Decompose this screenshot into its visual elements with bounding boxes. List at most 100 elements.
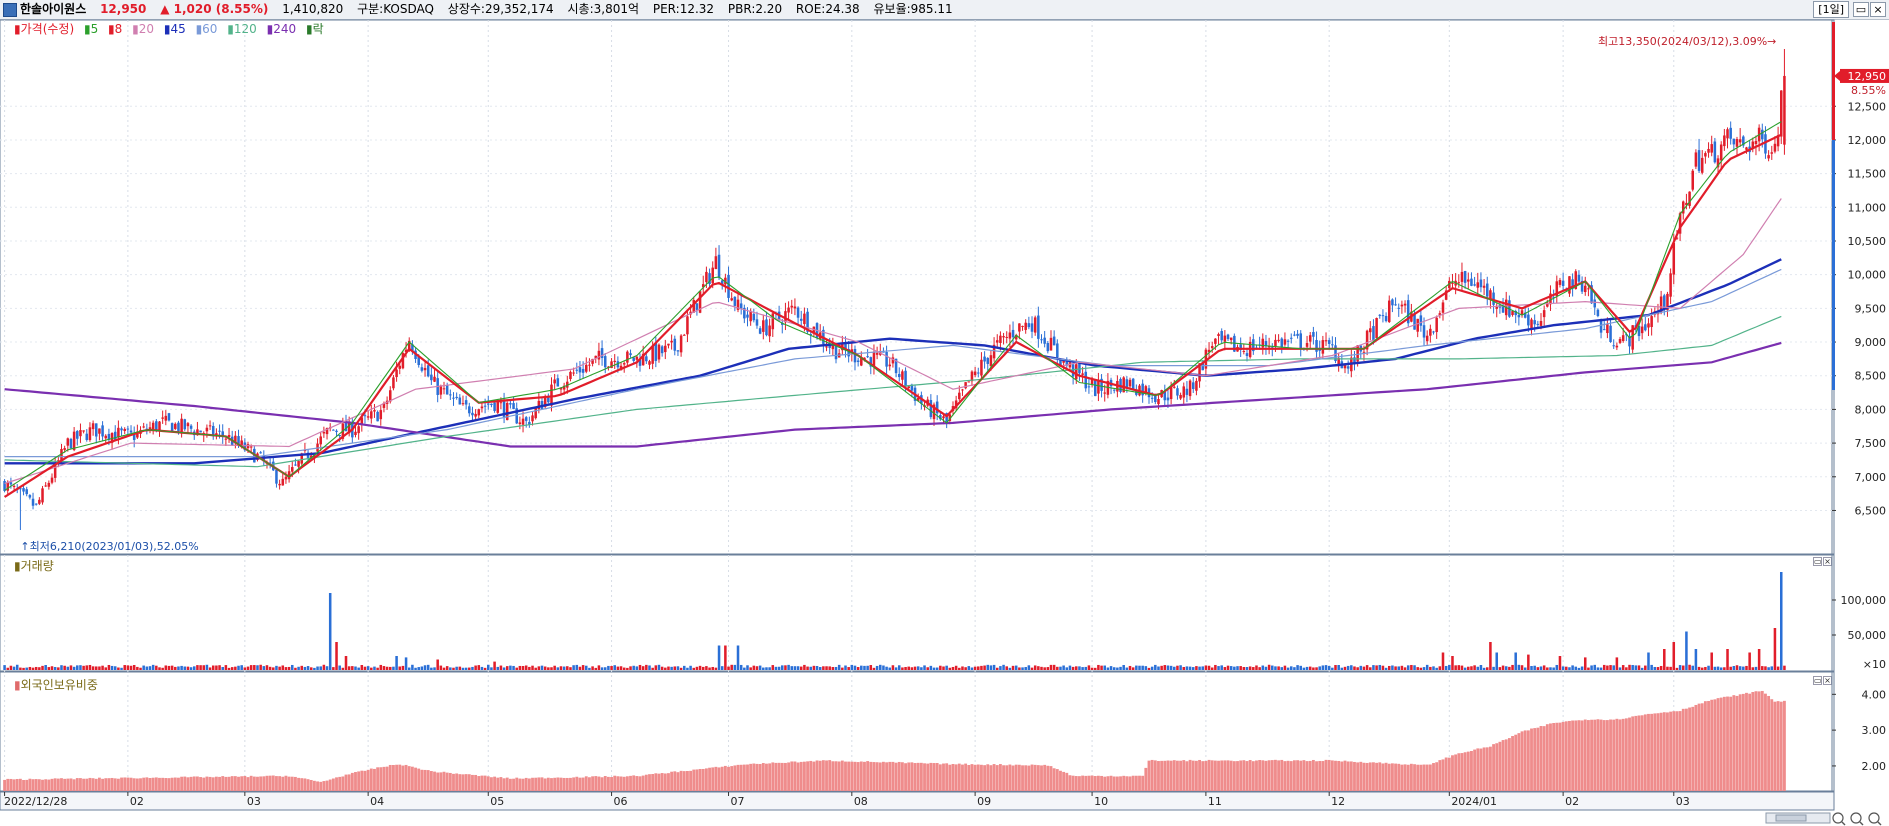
volume-bar (38, 667, 41, 670)
candle-body (645, 356, 648, 362)
stock-chart[interactable]: 2022/12/28 02 03 04 05 06 07 08 09 10 11 12 2024/01 0… (0, 0, 1889, 826)
foreign-ratio-bar (932, 763, 936, 791)
foreign-ratio-bar (1147, 760, 1151, 791)
foreign-ratio-bar (771, 762, 775, 791)
foreign-ratio-bar (471, 774, 474, 791)
foreign-ratio-bar (746, 764, 749, 791)
candle-body (1071, 364, 1075, 377)
foreign-ratio-bar (328, 779, 332, 791)
volume-bar (762, 667, 765, 670)
foreign-ratio-bar (1514, 734, 1518, 791)
volume-bar (1688, 664, 1691, 670)
volume-bar (332, 667, 335, 670)
volume-bar (610, 666, 613, 670)
foreign-ratio-bar (357, 771, 361, 791)
foreign-ratio-bar (211, 777, 215, 791)
candle-body (1779, 90, 1783, 137)
foreign-ratio-bar (1495, 743, 1499, 791)
volume-bar (1037, 666, 1040, 670)
foreign-ratio-bar (240, 776, 244, 791)
candle-body (1384, 315, 1388, 322)
candle-body (1049, 337, 1053, 351)
foreign-ratio-bar (1457, 753, 1461, 791)
foreign-ratio-bar (252, 776, 256, 791)
candle-body (1182, 386, 1186, 398)
foreign-ratio-bar (25, 779, 29, 791)
foreign-ratio-bar (354, 772, 357, 791)
candle-body (123, 428, 126, 431)
foreign-ratio-bar (787, 762, 791, 791)
foreign-tick-label: 3.00 (1862, 724, 1887, 737)
candle-body (1157, 399, 1160, 405)
foreign-ratio-bar (670, 771, 674, 791)
candle-body (613, 360, 616, 362)
volume-bar (1606, 665, 1609, 670)
volume-bar (1056, 666, 1059, 670)
foreign-ratio-bar (790, 761, 794, 791)
candle-body (28, 495, 32, 498)
volume-bar (420, 666, 424, 670)
candle-body (1296, 333, 1299, 336)
x-tick-label: 12 (1331, 795, 1345, 808)
foreign-ratio-bar (720, 766, 724, 791)
foreign-ratio-bar (1650, 713, 1654, 791)
candle-body (458, 397, 462, 405)
x-tick-label: 07 (731, 795, 745, 808)
foreign-ratio-bar (954, 764, 958, 791)
foreign-ratio-bar (1485, 747, 1489, 791)
volume-bar (189, 667, 193, 670)
foreign-ratio-bar (1198, 759, 1201, 791)
foreign-ratio-bar (1631, 716, 1635, 791)
volume-bar (218, 665, 221, 670)
foreign-ratio-bar (1346, 761, 1350, 791)
foreign-ratio-bar (1138, 775, 1141, 791)
foreign-ratio-bar (1400, 764, 1404, 791)
candle-body (958, 392, 961, 400)
foreign-ratio-bar (224, 776, 228, 791)
volume-bar (436, 659, 439, 670)
foreign-ratio-bar (1327, 759, 1331, 791)
foreign-ratio-bar (1289, 761, 1293, 791)
candle-body (973, 371, 977, 376)
candle-body (278, 483, 281, 486)
volume-bar (1527, 654, 1530, 670)
candle-body (1773, 143, 1777, 152)
foreign-ratio-bar (139, 778, 142, 791)
foreign-ratio-bar (622, 776, 626, 791)
volume-bar (1169, 665, 1173, 670)
foreign-ratio-bar (1681, 708, 1685, 791)
volume-bar (578, 666, 582, 670)
foreign-ratio-bar (382, 766, 386, 791)
volume-bar (768, 667, 771, 670)
volume-bar (973, 666, 977, 670)
volume-bar (155, 665, 158, 670)
volume-bar (132, 664, 136, 670)
foreign-ratio-bar (546, 777, 550, 791)
candle-body (588, 364, 591, 366)
volume-bar (1030, 667, 1034, 670)
foreign-ratio-bar (6, 778, 10, 791)
foreign-ratio-bar (322, 781, 326, 791)
volume-bar (398, 666, 402, 670)
volume-bar (784, 665, 787, 670)
foreign-ratio-bar (809, 760, 813, 791)
foreign-ratio-bar (654, 773, 658, 791)
foreign-ratio-bar (1096, 775, 1100, 791)
foreign-ratio-bar (1492, 744, 1495, 791)
volume-bar (1248, 666, 1252, 670)
foreign-ratio-bar (1782, 700, 1786, 791)
volume-bar (1479, 665, 1483, 670)
volume-bar (215, 665, 218, 670)
price-tick-label: 6,500 (1855, 504, 1887, 517)
volume-bar (1435, 667, 1438, 670)
volume-tick-label: 50,000 (1848, 629, 1887, 642)
volume-bar (632, 665, 635, 670)
foreign-ratio-bar (1292, 760, 1296, 791)
volume-bar (1356, 667, 1359, 670)
volume-bar (1160, 665, 1163, 670)
foreign-ratio-bar (56, 778, 60, 791)
foreign-ratio-bar (1526, 730, 1530, 791)
candle-body (1596, 309, 1600, 317)
volume-bar (1735, 665, 1739, 670)
foreign-ratio-bar (888, 761, 892, 791)
